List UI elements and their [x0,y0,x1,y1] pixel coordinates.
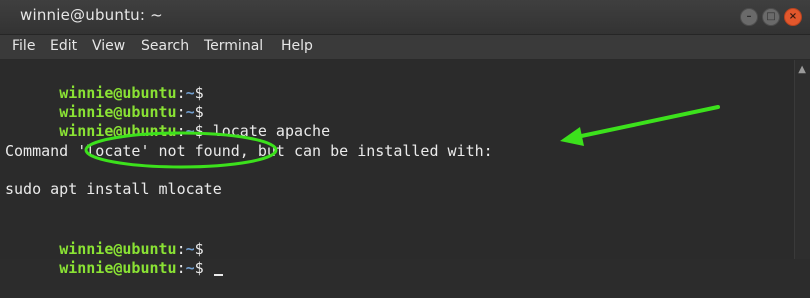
prompt-path: ~ [185,122,195,140]
text-cursor [213,274,223,276]
prompt-line: winnie@ubuntu:~$ [5,82,204,121]
terminal-output-area[interactable]: winnie@ubuntu:~$ winnie@ubuntu:~$ winnie… [0,60,795,277]
install-hint: sudo apt install mlocate [5,180,222,198]
command-line: winnie@ubuntu:~$ locate apache [5,101,330,140]
prompt-path: ~ [185,259,195,277]
error-message: Command 'locate' not found, but can be i… [5,142,493,160]
prompt-sep: : [176,122,186,140]
close-button[interactable]: × [784,8,802,26]
menu-edit[interactable]: Edit [50,38,77,54]
prompt-line: winnie@ubuntu:~$ [5,63,204,102]
prompt-user: winnie@ubuntu [59,122,177,140]
prompt-sep: : [176,259,186,277]
scroll-up-arrow-icon[interactable]: ▲ [798,64,806,75]
menu-search[interactable]: Search [141,38,189,54]
menu-view[interactable]: View [92,38,125,54]
prompt-char: $ [194,259,204,277]
menu-help[interactable]: Help [281,38,313,54]
window-title: winnie@ubuntu: ~ [20,6,163,24]
menu-terminal[interactable]: Terminal [204,38,263,54]
terminal-window: winnie@ubuntu: ~ – □ × File Edit View Se… [0,0,810,277]
prompt-line: winnie@ubuntu:~$ [5,219,204,258]
maximize-button[interactable]: □ [762,8,780,26]
command-text: locate apache [212,122,331,140]
menu-file[interactable]: File [12,38,35,54]
scrollbar[interactable] [794,60,810,259]
title-bar[interactable]: winnie@ubuntu: ~ – □ × [0,0,810,35]
minimize-button[interactable]: – [740,8,758,26]
prompt-user: winnie@ubuntu [59,259,177,277]
window-controls: – □ × [740,8,802,26]
menu-bar: File Edit View Search Terminal Help [0,35,810,60]
prompt-char: $ [194,122,204,140]
active-prompt-line: winnie@ubuntu:~$ [5,238,223,277]
